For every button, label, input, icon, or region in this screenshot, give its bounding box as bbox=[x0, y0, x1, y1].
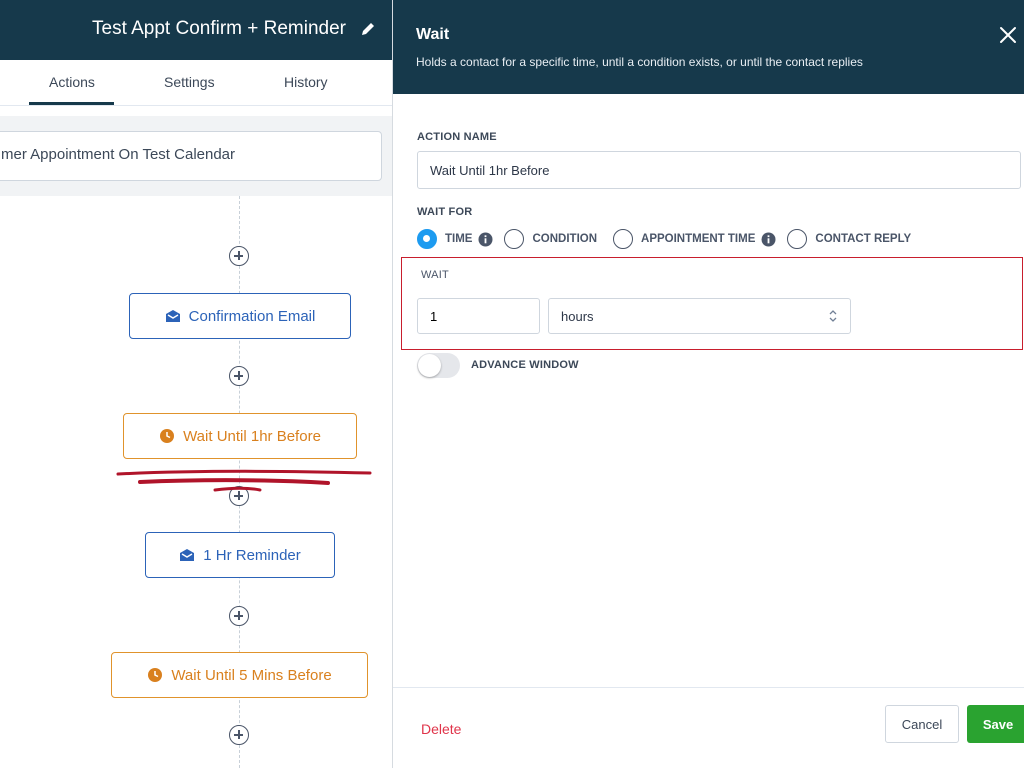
envelope-open-icon bbox=[165, 310, 180, 322]
advance-window-label: ADVANCE WINDOW bbox=[471, 359, 579, 371]
action-name-label: ACTION NAME bbox=[417, 131, 497, 143]
wait-amount-input[interactable] bbox=[417, 298, 540, 334]
envelope-open-icon bbox=[180, 549, 195, 561]
radio-time-label: TIME bbox=[445, 233, 473, 245]
step-wait-1hr[interactable]: Wait Until 1hr Before bbox=[123, 413, 357, 459]
radio-contact-reply[interactable] bbox=[787, 229, 808, 249]
advance-window-toggle[interactable] bbox=[417, 353, 460, 378]
panel-title: Wait bbox=[416, 26, 450, 43]
step-wait-5min[interactable]: Wait Until 5 Mins Before bbox=[111, 652, 368, 698]
tab-history[interactable]: History bbox=[284, 74, 328, 90]
add-step-icon[interactable] bbox=[229, 246, 249, 266]
radio-condition-label: CONDITION bbox=[532, 233, 598, 245]
tab-actions[interactable]: Actions bbox=[49, 74, 95, 90]
toggle-knob bbox=[418, 354, 441, 377]
radio-contact-reply-label: CONTACT REPLY bbox=[815, 233, 912, 245]
workflow-header: Test Appt Confirm + Reminder bbox=[0, 0, 392, 60]
radio-appointment-time[interactable] bbox=[613, 229, 634, 249]
panel-footer: Delete Cancel Save bbox=[393, 687, 1024, 768]
tab-settings[interactable]: Settings bbox=[164, 74, 215, 90]
step-label: 1 Hr Reminder bbox=[203, 546, 301, 564]
add-step-icon[interactable] bbox=[229, 725, 249, 745]
clock-icon bbox=[160, 429, 175, 443]
step-label: Wait Until 1hr Before bbox=[183, 427, 321, 445]
panel-header: Wait Holds a contact for a specific time… bbox=[393, 0, 1024, 94]
step-1hr-reminder[interactable]: 1 Hr Reminder bbox=[145, 532, 335, 578]
red-annotation-scribble bbox=[116, 469, 372, 492]
active-tab-indicator bbox=[29, 102, 114, 105]
add-step-icon[interactable] bbox=[229, 366, 249, 386]
info-icon[interactable] bbox=[761, 232, 776, 247]
wait-unit-select[interactable]: hours bbox=[548, 298, 851, 334]
wait-unit-value: hours bbox=[561, 309, 594, 324]
radio-appointment-time-label: APPOINTMENT TIME bbox=[641, 233, 756, 245]
save-button[interactable]: Save bbox=[967, 705, 1024, 743]
workflow-title: Test Appt Confirm + Reminder bbox=[92, 18, 346, 39]
wait-for-radio-group: TIME CONDITION APPOINTMENT TIME CONTACT … bbox=[417, 228, 917, 250]
cancel-button[interactable]: Cancel bbox=[885, 705, 959, 743]
clock-icon bbox=[148, 668, 163, 682]
trigger-node[interactable]: mer Appointment On Test Calendar bbox=[0, 131, 382, 181]
add-step-icon[interactable] bbox=[229, 606, 249, 626]
radio-time[interactable] bbox=[417, 229, 437, 249]
wait-for-label: WAIT FOR bbox=[417, 206, 473, 218]
delete-button[interactable]: Delete bbox=[421, 721, 461, 737]
wait-label: WAIT bbox=[421, 269, 449, 281]
step-label: Confirmation Email bbox=[188, 307, 316, 325]
chevron-up-down-icon bbox=[829, 310, 837, 322]
pencil-icon[interactable] bbox=[360, 21, 376, 37]
step-confirmation-email[interactable]: Confirmation Email bbox=[129, 293, 351, 339]
panel-subtitle: Holds a contact for a specific time, unt… bbox=[416, 55, 863, 69]
step-label: Wait Until 5 Mins Before bbox=[171, 666, 332, 684]
close-icon[interactable] bbox=[999, 26, 1017, 44]
workflow-tabs: Actions Settings History bbox=[0, 60, 392, 106]
wait-action-panel: Wait Holds a contact for a specific time… bbox=[392, 0, 1024, 768]
info-icon[interactable] bbox=[478, 232, 493, 247]
action-name-input[interactable] bbox=[417, 151, 1021, 189]
workflow-builder: Test Appt Confirm + Reminder Actions Set… bbox=[0, 0, 392, 768]
radio-condition[interactable] bbox=[504, 229, 525, 249]
